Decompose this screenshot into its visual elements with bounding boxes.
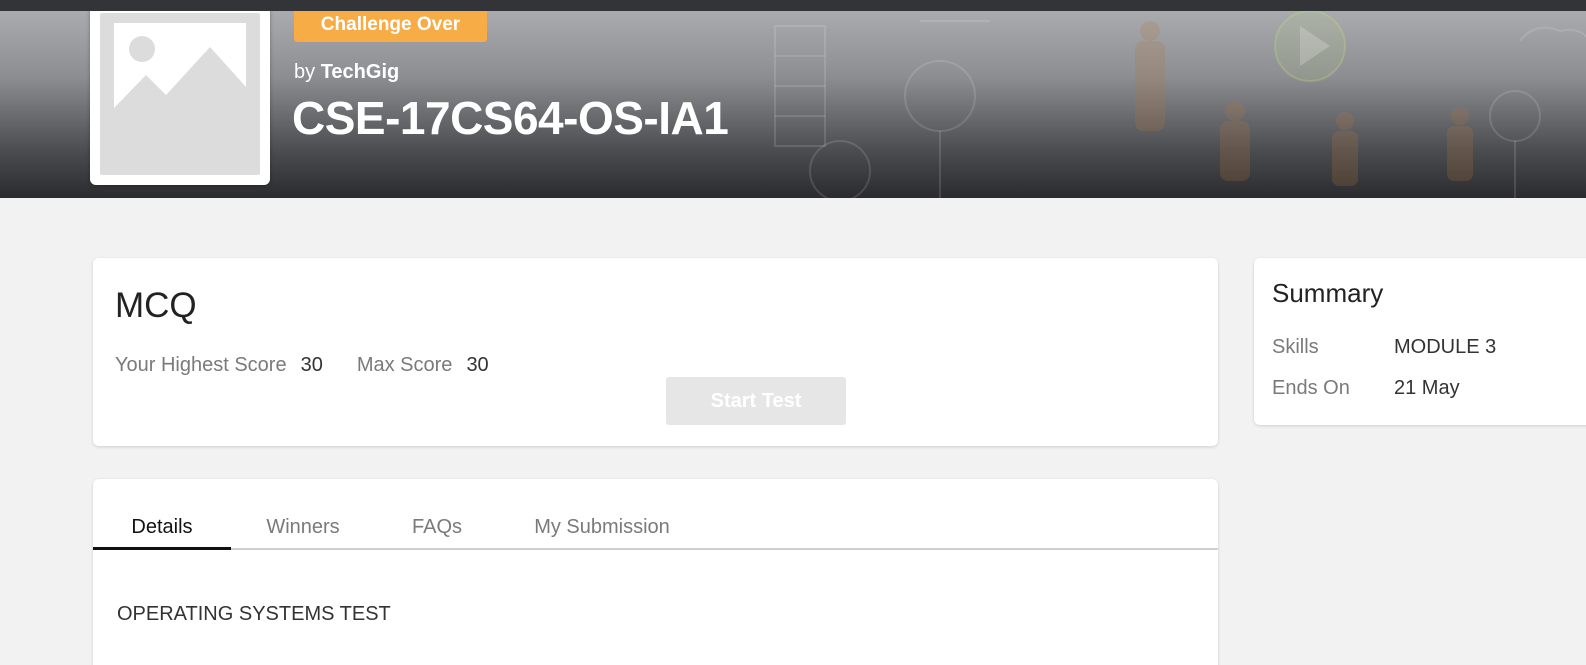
highest-score-label: Your Highest Score [115,354,287,376]
challenge-title: CSE-17CS64-OS-IA1 [292,92,729,144]
summary-value: 21 May [1394,377,1460,399]
summary-label: Ends On [1272,377,1350,399]
start-test-button[interactable]: Start Test [666,377,846,425]
details-card: Details Winners FAQs My Submission OPERA… [93,479,1218,665]
tab-winners[interactable]: Winners [253,507,353,550]
summary-value: MODULE 3 [1394,336,1497,358]
summary-card: Summary Skills MODULE 3 Ends On 21 May [1254,258,1586,425]
summary-title: Summary [1272,278,1384,308]
test-type-title: MCQ [115,286,197,325]
max-score-value: 30 [466,354,489,376]
top-bar [0,0,1586,11]
score-row: Your Highest Score 30 Max Score 30 [115,354,489,377]
by-prefix: by [294,61,316,83]
organizer-byline: by TechGig [294,61,399,84]
summary-label: Skills [1272,336,1319,358]
test-card: MCQ Your Highest Score 30 Max Score 30 Star… [93,258,1218,446]
image-placeholder-icon [100,13,260,175]
tab-my-submission[interactable]: My Submission [523,507,681,550]
organizer-name[interactable]: TechGig [321,61,400,83]
challenge-banner: Challenge Over by TechGig CSE-17CS64-OS-… [0,11,1586,198]
max-score-label: Max Score [356,354,453,376]
challenge-description: OPERATING SYSTEMS TEST [117,603,391,625]
highest-score-value: 30 [300,354,323,376]
tab-bar: Details Winners FAQs My Submission [93,507,1218,550]
challenge-logo [90,11,270,185]
summary-row-skills: Skills MODULE 3 [1272,336,1496,359]
tab-faqs[interactable]: FAQs [393,507,481,550]
summary-row-ends-on: Ends On 21 May [1272,377,1460,400]
tab-details[interactable]: Details [93,507,231,550]
status-badge: Challenge Over [294,11,487,42]
